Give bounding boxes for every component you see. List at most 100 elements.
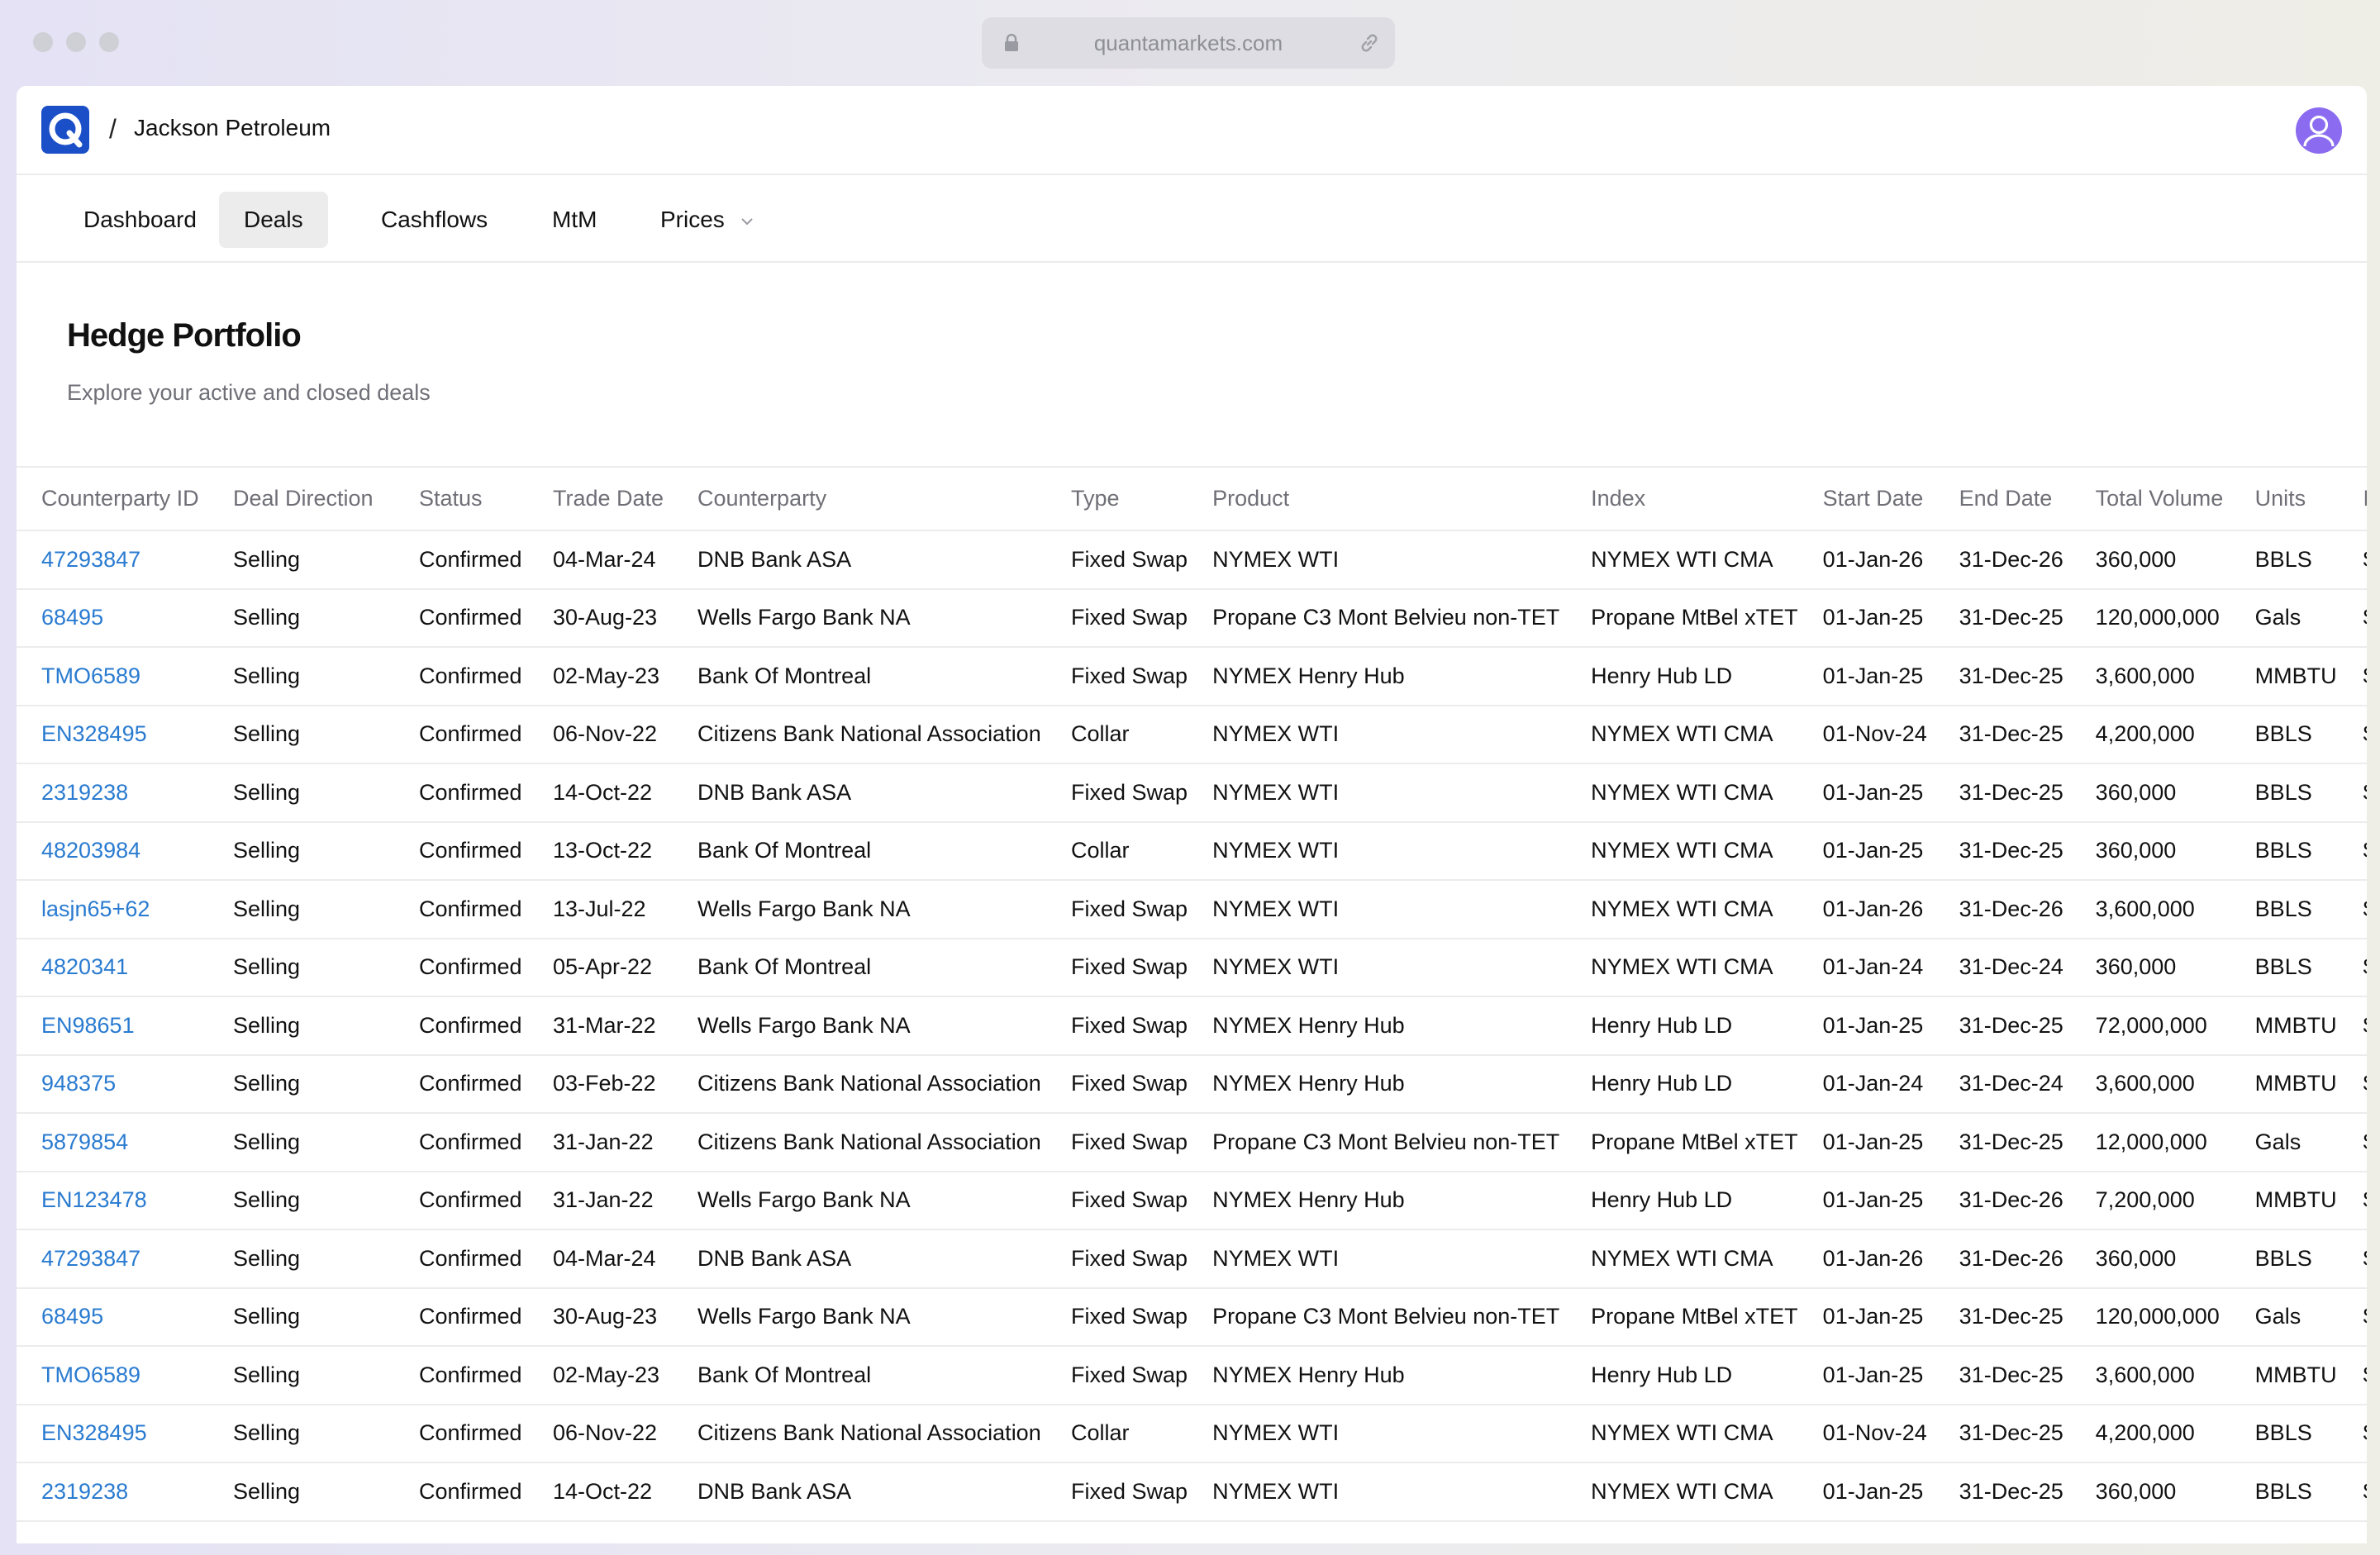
table-row[interactable]: 48203984 Selling Confirmed 13-Oct-22 Bank Of…: [17, 821, 2367, 881]
counterparty-id-link[interactable]: EN123478: [17, 1171, 208, 1230]
table-cell: 31-Dec-25: [1934, 1462, 2071, 1522]
table-row[interactable]: 4820341 Selling Confirmed 05-Apr-22 Bank Of …: [17, 938, 2367, 997]
table-cell: MMBTU: [2230, 1346, 2339, 1405]
column-header[interactable]: Counterparty ID: [17, 468, 208, 531]
table-row[interactable]: 2319238 Selling Confirmed 14-Oct-22 DNB Bank…: [17, 1462, 2367, 1522]
column-header[interactable]: Counterparty: [673, 468, 1046, 531]
table-row[interactable]: TMO6589 Selling Confirmed 02-May-23 Bank Of …: [17, 1346, 2367, 1405]
table-row[interactable]: EN328495 Selling Confirmed 06-Nov-22 Citizen…: [17, 705, 2367, 764]
table-cell: $2: [2338, 1346, 2367, 1405]
counterparty-id-link[interactable]: 47293847: [17, 530, 208, 590]
counterparty-id-link[interactable]: EN98651: [17, 996, 208, 1056]
tab-mtm[interactable]: MtM: [527, 192, 621, 248]
table-cell: Bank Of Montreal: [673, 647, 1046, 706]
breadcrumb-company[interactable]: Jackson Petroleum: [134, 115, 331, 141]
table-cell: 120,000,000: [2070, 588, 2230, 648]
column-header[interactable]: Start Date: [1797, 468, 1935, 531]
table-cell: $3: [2338, 1054, 2367, 1114]
table-cell: $2: [2338, 647, 2367, 706]
table-cell: NYMEX WTI CMA: [1566, 821, 1798, 881]
counterparty-id-link[interactable]: EN328495: [17, 1404, 208, 1463]
tab-cashflows[interactable]: Cashflows: [356, 192, 512, 248]
quanta-logo-icon[interactable]: [41, 106, 89, 154]
table-row[interactable]: 948375 Selling Confirmed 03-Feb-22 Citizens …: [17, 1054, 2367, 1114]
table-cell: NYMEX WTI: [1188, 1404, 1567, 1463]
table-cell: Henry Hub LD: [1566, 996, 1798, 1056]
counterparty-id-link[interactable]: 47293847: [17, 1229, 208, 1289]
table-row[interactable]: EN123478 Selling Confirmed 31-Jan-22 Wells F…: [17, 1171, 2367, 1230]
table-cell: 01-Jan-26: [1797, 530, 1935, 590]
table-cell: 02-May-23: [528, 1346, 673, 1405]
table-row[interactable]: EN98651 Selling Confirmed 31-Mar-22 Wells Fa…: [17, 996, 2367, 1056]
column-header[interactable]: Index: [1566, 468, 1798, 531]
column-header[interactable]: End Date: [1934, 468, 2071, 531]
table-cell: NYMEX WTI CMA: [1566, 530, 1798, 590]
table-cell: Confirmed: [394, 1054, 528, 1114]
window-close-button[interactable]: [33, 32, 53, 52]
column-header[interactable]: Pri: [2338, 468, 2367, 531]
table-row[interactable]: 68495 Selling Confirmed 30-Aug-23 Wells Farg…: [17, 588, 2367, 648]
table-row[interactable]: 2319238 Selling Confirmed 14-Oct-22 DNB Bank…: [17, 763, 2367, 823]
table-cell: $7: [2338, 880, 2367, 939]
tab-prices[interactable]: Prices: [635, 192, 779, 248]
table-cell: DNB Bank ASA: [673, 1229, 1046, 1289]
table-cell: Gals: [2230, 1287, 2339, 1347]
table-cell: Selling: [208, 1462, 394, 1522]
table-cell: NYMEX Henry Hub: [1188, 1054, 1567, 1114]
link-icon[interactable]: [1357, 31, 1382, 55]
column-header[interactable]: Type: [1046, 468, 1188, 531]
user-avatar-icon[interactable]: [2296, 107, 2342, 154]
column-header[interactable]: Units: [2230, 468, 2339, 531]
table-row[interactable]: EN328495 Selling Confirmed 06-Nov-22 Citizen…: [17, 1404, 2367, 1463]
column-header[interactable]: Trade Date: [528, 468, 673, 531]
deals-table-container[interactable]: Counterparty ID Deal Direction Status Trade…: [17, 466, 2367, 1543]
table-cell: 01-Jan-25: [1797, 588, 1935, 648]
table-row[interactable]: 47293847 Selling Confirmed 04-Mar-24 DNB Ban…: [17, 530, 2367, 590]
deals-table: Counterparty ID Deal Direction Status Trade…: [17, 468, 2367, 1522]
table-row[interactable]: 47293847 Selling Confirmed 04-Mar-24 DNB Ban…: [17, 1229, 2367, 1289]
counterparty-id-link[interactable]: 2319238: [17, 763, 208, 823]
column-header[interactable]: Product: [1188, 468, 1567, 531]
address-bar[interactable]: quantamarkets.com: [982, 17, 1395, 69]
tab-deals[interactable]: Deals: [219, 192, 328, 248]
table-cell: Confirmed: [394, 1229, 528, 1289]
table-cell: $1.: [2338, 588, 2367, 648]
table-cell: Confirmed: [394, 1171, 528, 1230]
table-cell: 05-Apr-22: [528, 938, 673, 997]
table-cell: Selling: [208, 647, 394, 706]
table-row[interactable]: 68495 Selling Confirmed 30-Aug-23 Wells Farg…: [17, 1287, 2367, 1347]
page-subtitle: Explore your active and closed deals: [67, 380, 431, 405]
table-cell: $5: [2338, 821, 2367, 881]
window-zoom-button[interactable]: [99, 32, 119, 52]
table-row[interactable]: 5879854 Selling Confirmed 31-Jan-22 Citizens…: [17, 1113, 2367, 1172]
counterparty-id-link[interactable]: lasjn65+62: [17, 880, 208, 939]
tab-dashboard[interactable]: Dashboard: [59, 192, 221, 248]
counterparty-id-link[interactable]: 68495: [17, 588, 208, 648]
table-cell: 02-May-23: [528, 647, 673, 706]
counterparty-id-link[interactable]: 2319238: [17, 1462, 208, 1522]
counterparty-id-link[interactable]: EN328495: [17, 705, 208, 764]
column-header[interactable]: Status: [394, 468, 528, 531]
table-cell: BBLS: [2230, 705, 2339, 764]
column-header[interactable]: Total Volume: [2070, 468, 2230, 531]
column-header[interactable]: Deal Direction: [208, 468, 394, 531]
counterparty-id-link[interactable]: TMO6589: [17, 647, 208, 706]
table-cell: NYMEX WTI CMA: [1566, 880, 1798, 939]
counterparty-id-link[interactable]: 4820341: [17, 938, 208, 997]
table-cell: Selling: [208, 1346, 394, 1405]
table-cell: Fixed Swap: [1046, 1462, 1188, 1522]
table-cell: NYMEX Henry Hub: [1188, 647, 1567, 706]
table-cell: Fixed Swap: [1046, 1229, 1188, 1289]
window-minimize-button[interactable]: [66, 32, 86, 52]
counterparty-id-link[interactable]: 68495: [17, 1287, 208, 1347]
table-cell: Confirmed: [394, 1462, 528, 1522]
table-cell: Wells Fargo Bank NA: [673, 588, 1046, 648]
counterparty-id-link[interactable]: 948375: [17, 1054, 208, 1114]
counterparty-id-link[interactable]: TMO6589: [17, 1346, 208, 1405]
counterparty-id-link[interactable]: 48203984: [17, 821, 208, 881]
table-cell: Fixed Swap: [1046, 1287, 1188, 1347]
table-row[interactable]: lasjn65+62 Selling Confirmed 13-Jul-22 Wells…: [17, 880, 2367, 939]
table-row[interactable]: TMO6589 Selling Confirmed 02-May-23 Bank Of …: [17, 647, 2367, 706]
table-cell: BBLS: [2230, 1462, 2339, 1522]
counterparty-id-link[interactable]: 5879854: [17, 1113, 208, 1172]
